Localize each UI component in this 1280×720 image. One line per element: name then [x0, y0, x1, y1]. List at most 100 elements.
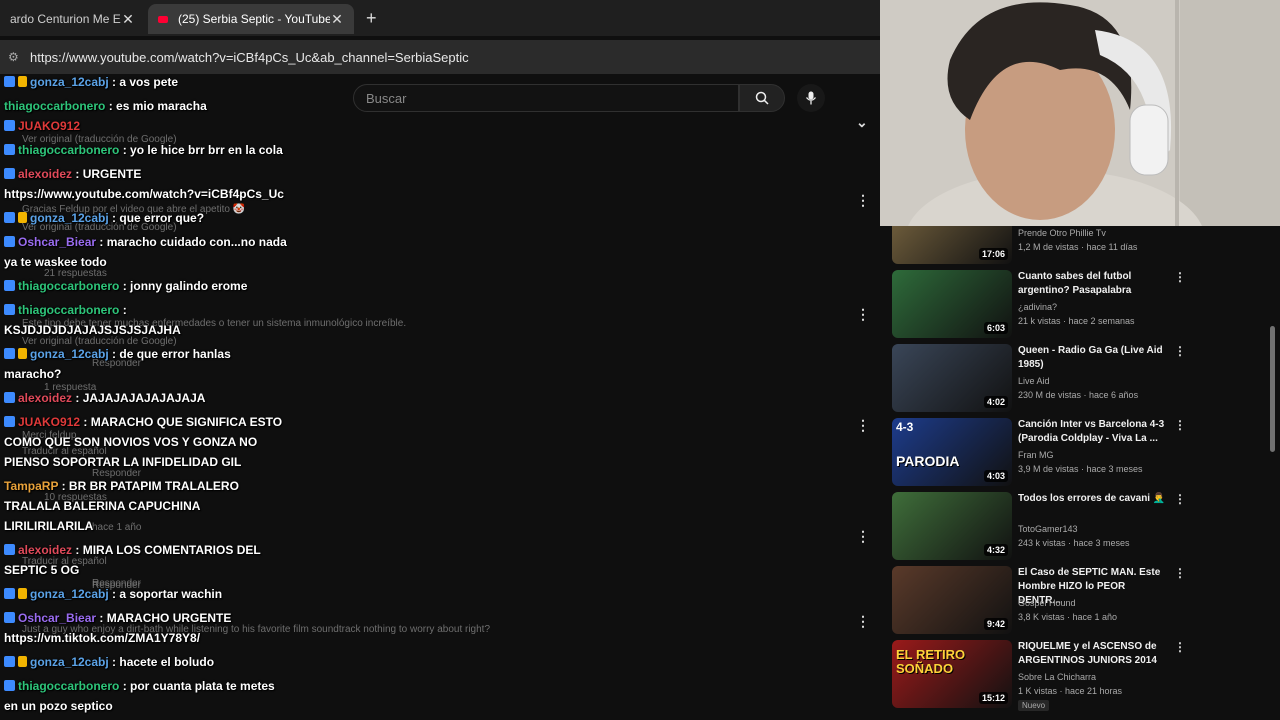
chat-text: SEPTIC 5 OG [4, 563, 80, 577]
chat-text: : yo le hice brr brr en la cola [119, 143, 283, 157]
chat-text: : a vos pete [108, 75, 179, 89]
video-duration: 9:42 [983, 618, 1008, 630]
channel-name[interactable]: Sobre La Chicharra [1018, 672, 1096, 682]
chat-text: ya te waskee todo [4, 255, 107, 269]
chat-message: thiagoccarbonero : es mio maracha [4, 96, 207, 116]
video-thumbnail[interactable]: 17:06 [892, 226, 1012, 264]
chat-text: KSJDJDJDJAJAJSJSJSJAJHA [4, 323, 181, 337]
subscriber-badge-icon [4, 348, 15, 359]
channel-name[interactable]: Fran MG [1018, 450, 1054, 460]
chat-message: gonza_12cabj : hacete el boludo [4, 652, 214, 672]
subscriber-badge-icon [4, 236, 15, 247]
related-video-item[interactable]: 17:06 Prende Otro Phillie Tv 1,2 M de vist… [892, 200, 1270, 268]
subscriber-badge-icon [4, 680, 15, 691]
related-video-item[interactable]: PARODIA 4-3 4:03 Canción Inter vs Barcelona… [892, 418, 1270, 486]
channel-name[interactable]: TotoGamer143 [1018, 524, 1078, 534]
tab-bar: ardo Centurion Me Enc ✕ (25) Serbia Sept… [0, 0, 880, 36]
chat-text: LIRILIRILARILA [4, 519, 94, 533]
crown-badge-icon [18, 588, 27, 599]
chat-username: thiagoccarbonero [18, 679, 120, 693]
related-video-item[interactable]: 4:02 Queen - Radio Ga Ga (Live Aid 1985) L… [892, 344, 1270, 412]
video-title[interactable]: Todos los errores de cavani 🤦‍♂️ [1018, 492, 1168, 506]
address-bar[interactable]: ⚙ https://www.youtube.com/watch?v=iCBf4p… [0, 40, 880, 74]
chat-message: thiagoccarbonero : por cuanta plata te m… [4, 676, 275, 696]
chat-message: alexoidez : JAJAJAJAJAJAJAJA [4, 388, 205, 408]
scrollbar[interactable] [1270, 326, 1275, 452]
video-thumbnail[interactable]: 4:02 [892, 344, 1012, 412]
chat-text: : por cuanta plata te metes [119, 679, 275, 693]
close-icon[interactable]: ✕ [330, 11, 344, 28]
browser-tab[interactable]: ardo Centurion Me Enc ✕ [0, 4, 145, 34]
chat-username: Oshcar_Biear [18, 235, 97, 249]
channel-name[interactable]: Live Aid [1018, 376, 1050, 386]
chat-text: en un pozo septico [4, 699, 113, 713]
new-tab-button[interactable]: + [366, 8, 377, 29]
video-thumbnail[interactable]: 6:03 [892, 270, 1012, 338]
thumbnail-label: EL RETIRO SOÑADO [896, 647, 966, 676]
channel-name[interactable]: Prende Otro Phillie Tv [1018, 228, 1106, 238]
site-info-icon[interactable]: ⚙ [8, 50, 30, 64]
video-meta: 21 k vistas · hace 2 semanas [1018, 316, 1135, 326]
chat-message: maracho? [4, 364, 61, 384]
chat-text: : hacete el boludo [108, 655, 215, 669]
chat-username: alexoidez [18, 167, 73, 181]
chat-message: gonza_12cabj : de que error hanlas [4, 344, 231, 364]
chat-message: ya te waskee todo [4, 252, 107, 272]
chat-message: thiagoccarbonero : yo le hice brr brr en… [4, 140, 283, 160]
close-icon[interactable]: ✕ [121, 11, 135, 28]
chat-username: thiagoccarbonero [18, 303, 120, 317]
chat-username: alexoidez [18, 543, 73, 557]
chat-text: : es mio maracha [105, 99, 207, 113]
video-title[interactable]: Canción Inter vs Barcelona 4-3 (Parodia … [1018, 418, 1168, 446]
crown-badge-icon [18, 212, 27, 223]
browser-tab-active[interactable]: (25) Serbia Septic - YouTube ✕ [148, 4, 354, 34]
related-video-item[interactable]: EL RETIRO SOÑADO 15:12 RIQUELME y el ASCEN… [892, 640, 1270, 711]
video-duration: 4:32 [983, 544, 1008, 556]
more-icon[interactable]: ⋮ [1174, 492, 1186, 506]
chat-text: : [119, 303, 127, 317]
chat-message: thiagoccarbonero : jonny galindo erome [4, 276, 247, 296]
video-thumbnail[interactable]: 4:32 [892, 492, 1012, 560]
chat-text: : MIRA LOS COMENTARIOS DEL [72, 543, 261, 557]
video-duration: 15:12 [978, 692, 1008, 704]
video-duration: 6:03 [983, 322, 1008, 334]
subscriber-badge-icon [4, 544, 15, 555]
related-video-item[interactable]: 6:03 Cuanto sabes del futbol argentino? P… [892, 270, 1270, 338]
channel-name[interactable]: ¿adivina? [1018, 302, 1057, 312]
related-video-item[interactable]: 9:42 El Caso de SEPTIC MAN. Este Hombre H… [892, 566, 1270, 634]
more-icon[interactable]: ⋮ [1174, 640, 1186, 654]
thumbnail-label: PARODIA [896, 453, 960, 469]
more-icon[interactable]: ⋮ [1174, 418, 1186, 432]
chat-message: TampaRP : BR BR PATAPIM TRALALERO [4, 476, 239, 496]
channel-name[interactable]: Gospel Hound [1018, 598, 1076, 608]
video-thumbnail[interactable]: 9:42 [892, 566, 1012, 634]
more-icon[interactable]: ⋮ [1174, 344, 1186, 358]
more-icon[interactable]: ⋮ [1174, 270, 1186, 284]
video-duration: 4:03 [983, 470, 1008, 482]
related-video-item[interactable]: 4:32 Todos los errores de cavani 🤦‍♂️ Toto… [892, 492, 1270, 560]
related-videos: 17:06 Prende Otro Phillie Tv 1,2 M de vist… [880, 226, 1280, 720]
subscriber-badge-icon [4, 168, 15, 179]
chat-message: thiagoccarbonero : [4, 300, 127, 320]
chat-text: https://vm.tiktok.com/ZMA1Y78Y8/ [4, 631, 201, 645]
streamer-image [880, 0, 1280, 226]
video-thumbnail[interactable]: EL RETIRO SOÑADO 15:12 [892, 640, 1012, 708]
video-thumbnail[interactable]: PARODIA 4-3 4:03 [892, 418, 1012, 486]
crown-badge-icon [18, 348, 27, 359]
video-title[interactable]: Cuanto sabes del futbol argentino? Pasap… [1018, 270, 1168, 298]
chat-message: JUAKO912 : MARACHO QUE SIGNIFICA ESTO [4, 412, 282, 432]
subscriber-badge-icon [4, 588, 15, 599]
subscriber-badge-icon [4, 612, 15, 623]
chat-text: : MARACHO QUE SIGNIFICA ESTO [80, 415, 283, 429]
video-title[interactable]: Queen - Radio Ga Ga (Live Aid 1985) [1018, 344, 1168, 372]
chat-username: gonza_12cabj [30, 347, 109, 361]
video-title[interactable]: RIQUELME y el ASCENSO de ARGENTINOS JUNI… [1018, 640, 1168, 668]
chat-message: Oshcar_Biear : MARACHO URGENTE [4, 608, 231, 628]
video-meta: 230 M de vistas · hace 6 años [1018, 390, 1139, 400]
chat-text: : a soportar wachin [108, 587, 223, 601]
chat-text: : jonny galindo erome [119, 279, 248, 293]
more-icon[interactable]: ⋮ [1174, 566, 1186, 580]
chat-text: : MARACHO URGENTE [96, 611, 232, 625]
chat-username: JUAKO912 [18, 119, 81, 133]
subscriber-badge-icon [4, 76, 15, 87]
